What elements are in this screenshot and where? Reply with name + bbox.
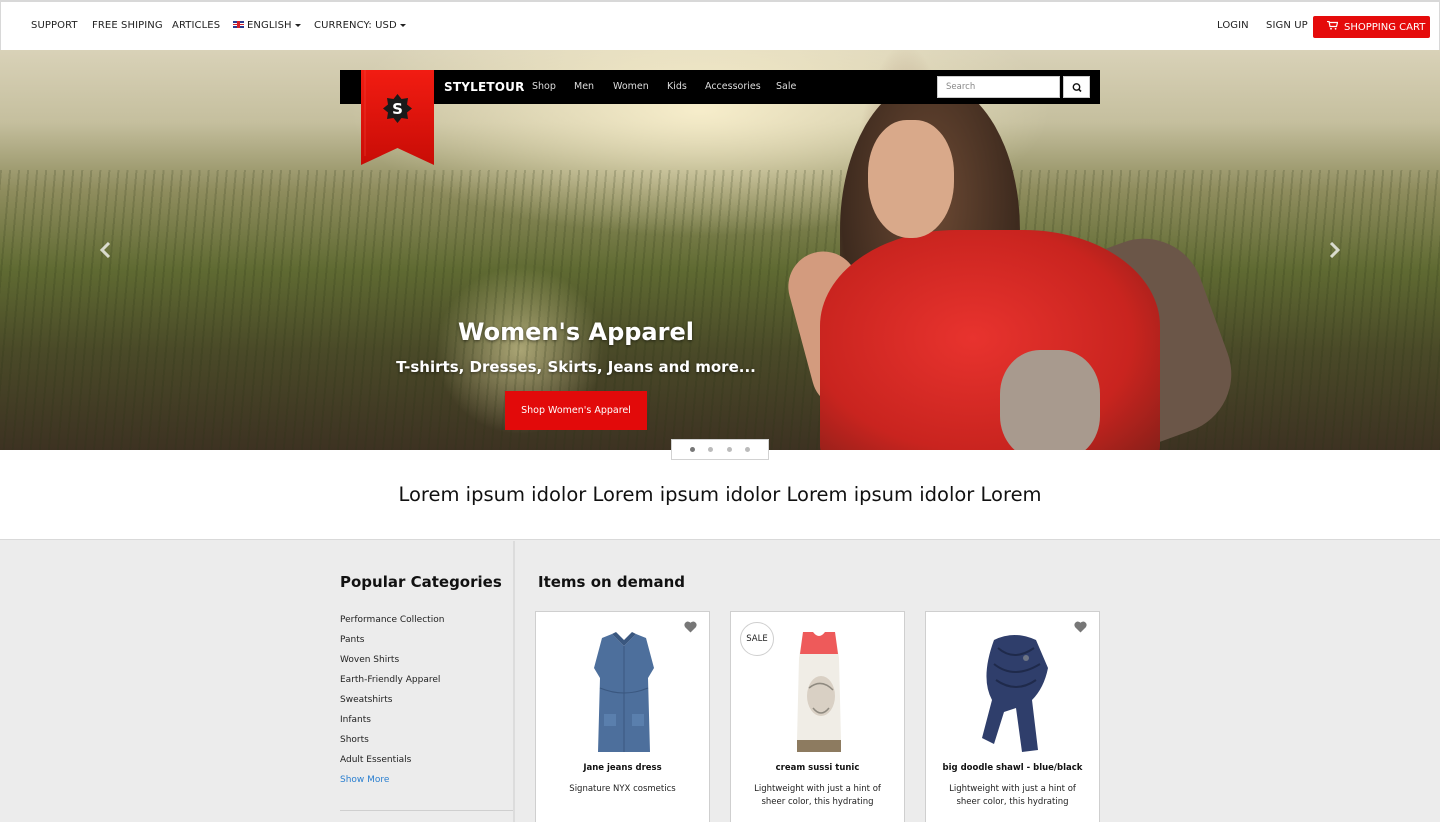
product-description: Lightweight with just a hint of sheer co… (754, 784, 881, 807)
shop-womens-apparel-button[interactable]: Shop Women's Apparel (505, 391, 647, 430)
carousel-dot-1[interactable] (690, 447, 695, 452)
product-card[interactable]: big doodle shawl - blue/black Lightweigh… (925, 611, 1100, 822)
logo-letter: S (392, 100, 403, 118)
category-link[interactable]: Infants (340, 715, 371, 725)
hero-subtitle: T-shirts, Dresses, Skirts, Jeans and mor… (396, 358, 756, 376)
category-link[interactable]: Performance Collection (340, 615, 444, 625)
search-input[interactable] (937, 76, 1060, 98)
carousel-dot-3[interactable] (727, 447, 732, 452)
top-utility-bar: SUPPORT FREE SHIPING ARTICLES ENGLISH CU… (0, 0, 1440, 50)
hero-model-face (868, 120, 954, 238)
product-card[interactable]: Jane jeans dress Signature NYX cosmetics (535, 611, 710, 822)
hero-title: Women's Apparel (458, 318, 694, 346)
language-dropdown[interactable]: ENGLISH (233, 20, 301, 31)
category-link[interactable]: Woven Shirts (340, 655, 399, 665)
heart-icon[interactable] (684, 621, 697, 633)
login-link[interactable]: LOGIN (1217, 20, 1249, 31)
nav-women[interactable]: Women (613, 81, 649, 92)
printed-tunic-image (797, 632, 841, 752)
hero-slider: STYLETOUR Shop Men Women Kids Accessorie… (0, 50, 1440, 450)
nav-accessories[interactable]: Accessories (705, 81, 761, 92)
currency-label: CURRENCY: USD (314, 20, 397, 31)
denim-dress-image (594, 632, 654, 752)
category-link[interactable]: Adult Essentials (340, 755, 411, 765)
popular-categories-title: Popular Categories (340, 573, 502, 591)
carousel-prev-arrow[interactable] (98, 241, 114, 259)
product-name[interactable]: cream sussi tunic (731, 763, 904, 773)
nav-men[interactable]: Men (574, 81, 594, 92)
logo-ribbon[interactable]: S (361, 70, 434, 165)
shopping-cart-button[interactable]: SHOPPING CART (1313, 16, 1430, 38)
hero-background-grass (0, 170, 1440, 450)
currency-dropdown[interactable]: CURRENCY: USD (314, 20, 406, 31)
hero-model-dress (820, 230, 1160, 450)
category-link[interactable]: Pants (340, 635, 364, 645)
main-navbar: STYLETOUR Shop Men Women Kids Accessorie… (340, 70, 1100, 104)
articles-link[interactable]: ARTICLES (172, 20, 220, 31)
tagline-band: Lorem ipsum idolor Lorem ipsum idolor Lo… (0, 450, 1440, 540)
carousel-dot-2[interactable] (708, 447, 713, 452)
blue-shawl-image (982, 635, 1048, 752)
category-link[interactable]: Sweatshirts (340, 695, 392, 705)
chevron-down-icon (399, 23, 406, 27)
product-card[interactable]: SALE cream sussi tunic Lightweight with … (730, 611, 905, 822)
nav-kids[interactable]: Kids (667, 81, 687, 92)
brand-name[interactable]: STYLETOUR (444, 80, 525, 94)
product-description: Lightweight with just a hint of sheer co… (949, 784, 1076, 807)
free-shipping-link[interactable]: FREE SHIPING (92, 20, 163, 31)
chevron-left-icon (99, 241, 111, 259)
carousel-dot-4[interactable] (745, 447, 750, 452)
nav-shop[interactable]: Shop (532, 81, 556, 92)
support-link[interactable]: SUPPORT (31, 20, 78, 31)
signup-link[interactable]: SIGN UP (1266, 20, 1308, 31)
carousel-indicators (671, 439, 769, 460)
nav-sale[interactable]: Sale (776, 81, 796, 92)
chevron-right-icon (1329, 241, 1341, 259)
hero-model-fur (1000, 350, 1100, 450)
uk-flag-icon (233, 21, 244, 28)
heart-icon[interactable] (1074, 621, 1087, 633)
carousel-next-arrow[interactable] (1326, 241, 1342, 259)
tagline-text: Lorem ipsum idolor Lorem ipsum idolor Lo… (398, 483, 1042, 506)
logo-icon: S (361, 70, 434, 165)
product-description: Signature NYX cosmetics (569, 784, 676, 794)
show-more-link[interactable]: Show More (340, 775, 389, 785)
product-name[interactable]: Jane jeans dress (536, 763, 709, 773)
items-on-demand-title: Items on demand (538, 573, 685, 591)
chevron-down-icon (294, 23, 301, 27)
category-link[interactable]: Shorts (340, 735, 369, 745)
shopping-cart-label: SHOPPING CART (1344, 22, 1426, 33)
search-icon (1072, 83, 1082, 93)
column-divider (513, 541, 515, 822)
cart-icon (1327, 21, 1338, 30)
categories-divider (340, 810, 513, 811)
category-link[interactable]: Earth-Friendly Apparel (340, 675, 440, 685)
product-name[interactable]: big doodle shawl - blue/black (926, 763, 1099, 773)
language-label: ENGLISH (247, 20, 292, 31)
search-button[interactable] (1063, 76, 1090, 98)
